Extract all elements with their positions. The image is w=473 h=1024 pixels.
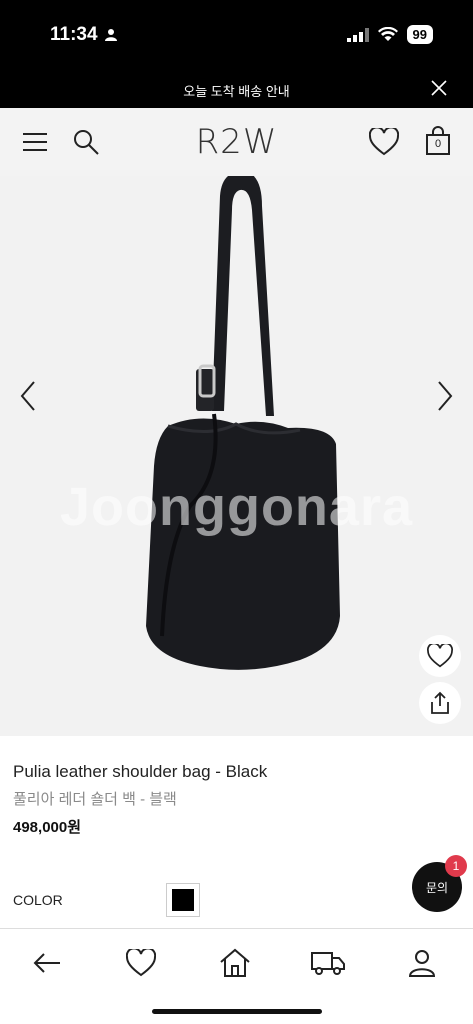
cart-button[interactable]: 0: [423, 126, 453, 158]
like-product-button[interactable]: [419, 635, 461, 677]
nav-home-button[interactable]: [215, 945, 255, 981]
battery-indicator: 99: [406, 25, 433, 44]
product-bag-image: [146, 176, 340, 670]
time-text: 11:34: [50, 24, 98, 45]
color-swatch-black[interactable]: [166, 883, 200, 917]
wishlist-button[interactable]: [368, 126, 400, 158]
wishlist-icon: [126, 949, 156, 977]
notice-text[interactable]: 오늘 도착 배송 안내: [0, 81, 473, 100]
nav-delivery-button[interactable]: [308, 945, 348, 981]
product-name-en: Pulia leather shoulder bag - Black: [13, 762, 268, 781]
notice-banner[interactable]: 오늘 도착 배송 안내: [0, 72, 473, 108]
product-price: 498,000원: [13, 819, 82, 836]
home-icon: [220, 948, 250, 977]
chevron-right-icon[interactable]: [431, 376, 459, 416]
watermark-text: Joonggonara: [59, 477, 413, 537]
heart-icon: [427, 644, 453, 668]
color-label: COLOR: [13, 892, 63, 908]
share-icon: [431, 691, 449, 714]
color-swatch-fill: [172, 889, 194, 911]
account-icon: [408, 950, 436, 977]
status-indicators: 99: [346, 25, 433, 44]
nav-wishlist-button[interactable]: [121, 945, 161, 981]
signal-icon: [346, 27, 369, 42]
cart-count: 0: [434, 138, 442, 150]
inquiry-label: 문의: [425, 880, 449, 895]
notification-badge: 1: [445, 855, 467, 877]
back-icon: [33, 953, 60, 973]
nav-account-button[interactable]: [402, 945, 442, 981]
share-button[interactable]: [419, 682, 461, 724]
product-info: Pulia leather shoulder bag - Black 풀리아 레…: [0, 736, 473, 928]
product-name-ko: 풀리아 레더 숄더 백 - 블랙: [13, 791, 177, 808]
status-bar: 11:34 99: [0, 0, 473, 72]
home-indicator: [152, 1009, 322, 1014]
site-header: R2W 0: [0, 108, 473, 176]
person-icon: [104, 29, 117, 41]
wifi-icon: [377, 27, 398, 41]
brand-logo[interactable]: R2W: [0, 122, 473, 162]
delivery-icon: [311, 952, 345, 975]
status-time: 11:34: [50, 24, 118, 46]
close-icon[interactable]: [429, 78, 449, 98]
heart-icon: [369, 128, 399, 156]
chevron-left-icon[interactable]: [14, 376, 42, 416]
product-image-carousel[interactable]: Joonggonara: [0, 176, 473, 736]
nav-back-button[interactable]: [27, 945, 67, 981]
